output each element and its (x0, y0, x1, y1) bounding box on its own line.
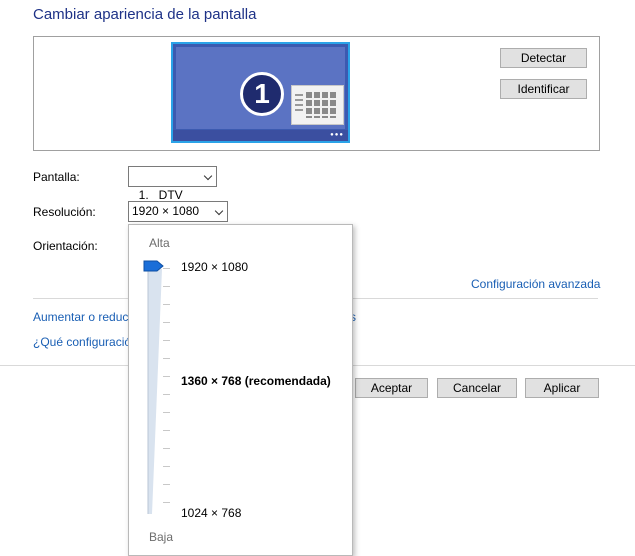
display-select[interactable]: 1. DTV (128, 166, 217, 202)
monitor-taskbar: ●●● (173, 130, 348, 141)
identify-button[interactable]: Identificar (500, 79, 587, 99)
enlarge-text-link[interactable]: Aumentar o reduc (33, 310, 128, 324)
resolution-label: Resolución: (33, 205, 96, 219)
low-label: Baja (149, 530, 174, 544)
which-settings-link[interactable]: ¿Qué configuració (33, 335, 131, 349)
resolution-select-value: 1920 × 1080 (132, 204, 200, 218)
chevron-down-icon (214, 206, 224, 216)
accept-button[interactable]: Aceptar (355, 378, 428, 398)
cancel-button[interactable]: Cancelar (437, 378, 517, 398)
resolution-select[interactable]: 1920 × 1080 (128, 201, 228, 222)
slider-ticks (163, 268, 171, 518)
resolution-dropdown: Alta 1920 × 1080 1360 × 768 (recomendada… (128, 224, 353, 556)
resolution-option-recommended[interactable]: 1360 × 768 (recomendada) (181, 374, 331, 388)
page-title: Cambiar apariencia de la pantalla (33, 6, 257, 23)
apply-button[interactable]: Aplicar (525, 378, 599, 398)
display-label: Pantalla: (33, 170, 80, 184)
display-select-value: 1. DTV (138, 188, 183, 202)
advanced-settings-link[interactable]: Configuración avanzada (471, 277, 600, 291)
resolution-option-top[interactable]: 1920 × 1080 (181, 260, 248, 274)
orientation-label: Orientación: (33, 239, 98, 253)
monitor-1-preview[interactable]: 1 ●●● (171, 42, 350, 143)
slider-thumb-icon[interactable] (143, 260, 165, 273)
chevron-down-icon (203, 171, 213, 181)
monitor-screen: 1 (176, 47, 345, 129)
window-thumbnail-icon (291, 85, 344, 125)
detect-button[interactable]: Detectar (500, 48, 587, 68)
resolution-option-bottom[interactable]: 1024 × 768 (181, 506, 241, 520)
dots-icon: ●●● (330, 132, 344, 138)
high-label: Alta (149, 236, 170, 250)
monitor-number-badge: 1 (240, 72, 284, 116)
